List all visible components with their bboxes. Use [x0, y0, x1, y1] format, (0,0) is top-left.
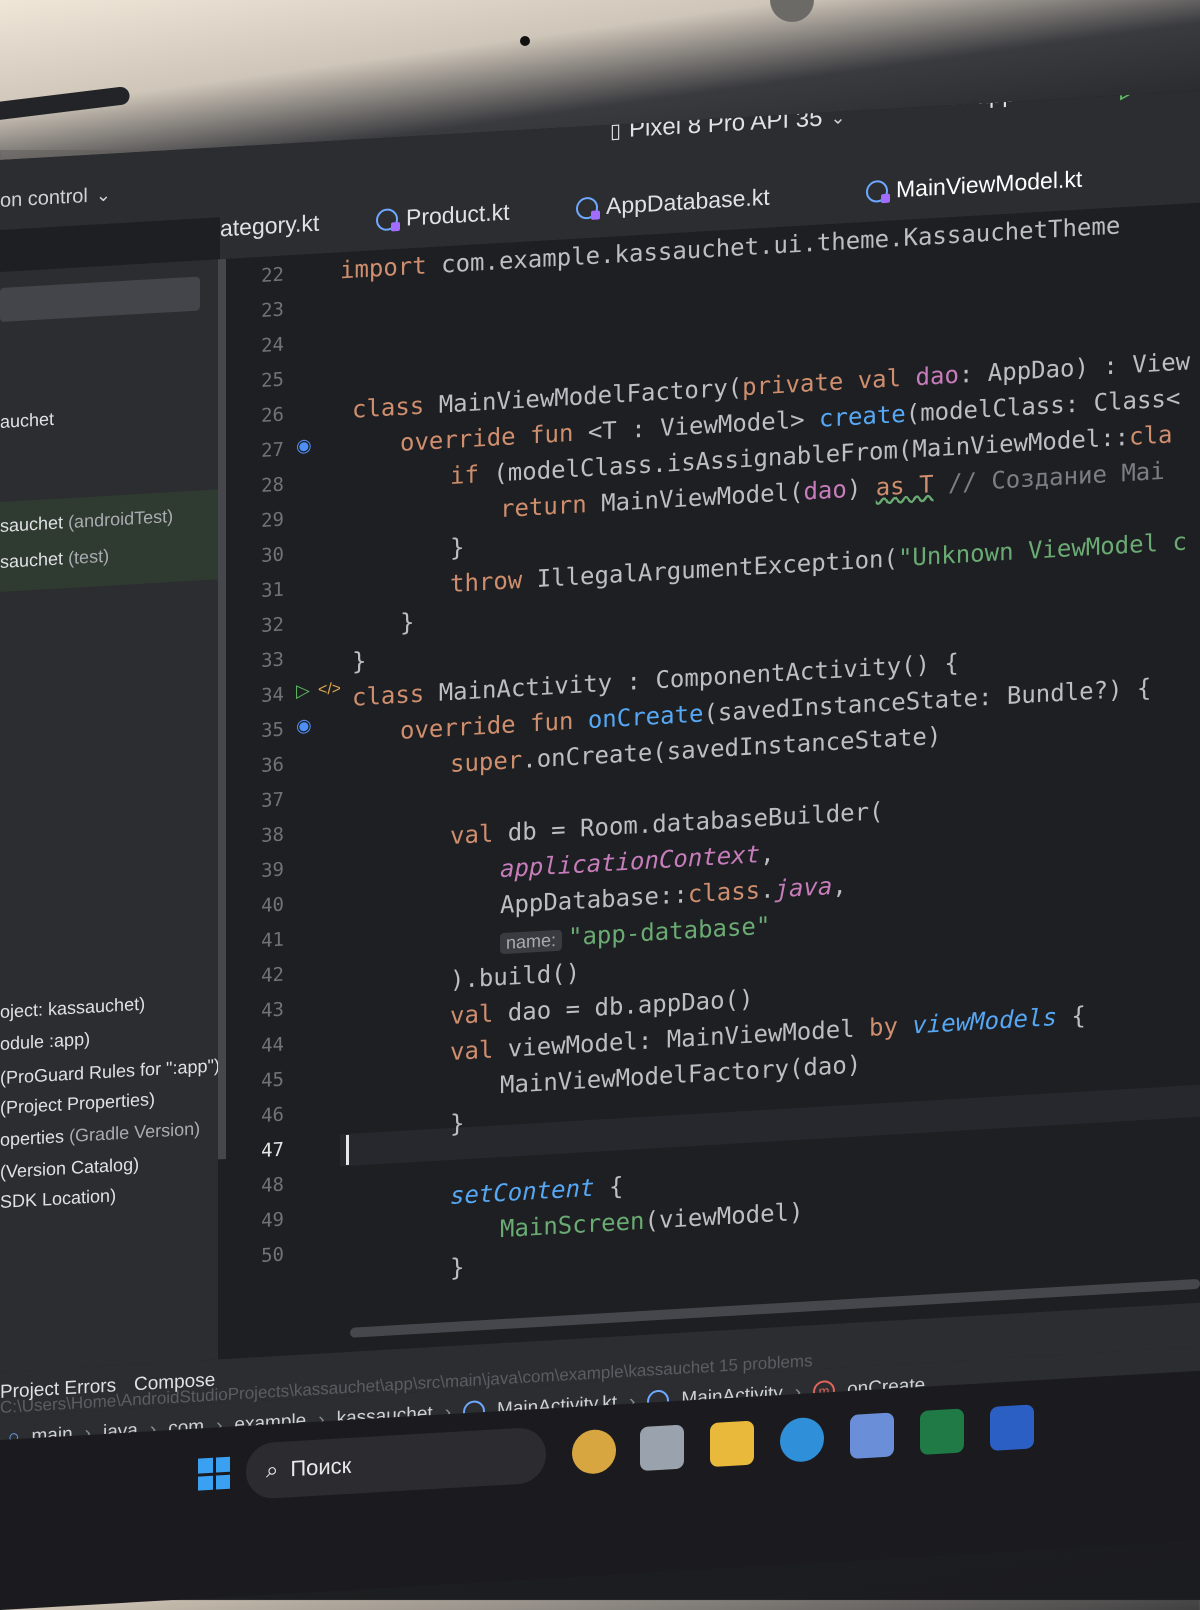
- tree-item[interactable]: auchet: [0, 409, 54, 433]
- ide-window: on control ⌄ ▯ Pixel 8 Pro API 35 ⌄ ⊼ ap…: [0, 90, 1200, 1490]
- line-number: 25: [261, 368, 284, 392]
- tab-label: ategory.kt: [220, 209, 320, 242]
- code-preview-icon[interactable]: </>: [318, 680, 341, 699]
- line-number: 43: [261, 998, 284, 1022]
- code-line-39: applicationContext,: [500, 839, 775, 884]
- line-number: 34: [261, 683, 284, 707]
- tab-label: MainViewModel.kt: [896, 165, 1083, 203]
- override-gutter-icon[interactable]: ◉: [296, 435, 312, 457]
- line-number-current: 47: [261, 1138, 284, 1162]
- tree-item[interactable]: SDK Location): [0, 1185, 116, 1213]
- line-number: 39: [261, 858, 284, 882]
- edge-browser-icon[interactable]: [780, 1416, 824, 1464]
- tab-label: Product.kt: [406, 198, 510, 231]
- line-number: 29: [261, 508, 284, 532]
- chevron-down-icon: ⌄: [95, 184, 111, 206]
- project-panel: auchet sauchet (androidTest) sauchet (te…: [0, 259, 220, 1373]
- line-number: 24: [261, 333, 284, 357]
- code-line-46: }: [450, 1109, 465, 1139]
- version-control-label: on control: [0, 184, 88, 212]
- code-line-32: }: [400, 608, 415, 637]
- search-label: Поиск: [290, 1452, 352, 1482]
- line-number: 35: [261, 718, 284, 742]
- tab-label: AppDatabase.kt: [606, 183, 770, 220]
- tree-item[interactable]: (Project Properties): [0, 1089, 155, 1119]
- tab-appdatabase[interactable]: AppDatabase.kt: [576, 184, 770, 222]
- tree-item[interactable]: odule :app): [0, 1029, 90, 1055]
- code-editor[interactable]: import com.example.kassauchet.ui.theme.K…: [340, 202, 1200, 1353]
- tree-item[interactable]: (ProGuard Rules for ":app"): [0, 1055, 220, 1089]
- line-number: 23: [261, 298, 284, 322]
- line-number: 36: [261, 753, 284, 777]
- code-line-41: name: "app-database": [500, 912, 770, 956]
- line-number: 44: [261, 1033, 284, 1057]
- file-explorer-icon[interactable]: [710, 1420, 754, 1468]
- widgets-icon[interactable]: [572, 1428, 616, 1476]
- store-icon[interactable]: [850, 1412, 894, 1459]
- line-number: 40: [261, 893, 284, 917]
- line-number: 41: [261, 928, 284, 952]
- webcam: [520, 36, 530, 46]
- taskbar-search[interactable]: ⌕ Поиск: [246, 1426, 546, 1500]
- line-number: 33: [261, 648, 284, 672]
- task-view-icon[interactable]: [640, 1424, 684, 1472]
- run-gutter-icon[interactable]: ▷: [296, 680, 310, 702]
- kotlin-class-icon: [576, 196, 598, 220]
- code-line-33: }: [352, 646, 367, 676]
- code-line-30: }: [450, 533, 465, 563]
- current-line-highlight: [340, 1084, 1200, 1167]
- tab-mainviewmodel[interactable]: MainViewModel.kt: [866, 166, 1082, 205]
- kotlin-class-icon: [866, 179, 888, 203]
- windows-start-icon[interactable]: [198, 1456, 230, 1491]
- line-number: 46: [261, 1103, 284, 1127]
- override-gutter-icon[interactable]: ◉: [296, 715, 312, 737]
- line-number: 32: [261, 613, 284, 637]
- excel-icon[interactable]: [920, 1408, 964, 1455]
- line-number: 22: [261, 263, 284, 287]
- bezel-shadow: [0, 85, 131, 123]
- tab-product[interactable]: Product.kt: [376, 199, 510, 234]
- code-line-48: setContent {: [450, 1172, 624, 1211]
- line-number: 45: [261, 1068, 284, 1092]
- word-icon[interactable]: [990, 1404, 1034, 1451]
- line-number: 31: [261, 578, 284, 602]
- kotlin-class-icon: [376, 207, 398, 231]
- tab-category[interactable]: ategory.kt: [220, 210, 319, 243]
- parameter-name-hint: name:: [500, 929, 563, 955]
- version-control-menu[interactable]: on control ⌄: [0, 184, 111, 213]
- line-number: 38: [261, 823, 284, 847]
- line-number: 30: [261, 543, 284, 567]
- line-number: 48: [261, 1173, 284, 1197]
- project-scrollbar[interactable]: [218, 258, 226, 1160]
- code-comment: // Создание Mai: [947, 456, 1165, 498]
- search-icon: ⌕: [266, 1456, 279, 1483]
- tree-item[interactable]: operties (Gradle Version): [0, 1118, 200, 1151]
- code-line-42: ).build(): [450, 958, 581, 995]
- webcam-housing: [770, 0, 814, 22]
- line-number: 37: [261, 788, 284, 812]
- line-number: 28: [261, 473, 284, 497]
- test-sources-highlight: [0, 489, 218, 592]
- tree-item[interactable]: (Version Catalog): [0, 1154, 139, 1183]
- code-line-38: val db = Room.databaseBuilder(: [450, 797, 884, 851]
- text-caret: [346, 1134, 349, 1166]
- line-number: 50: [261, 1243, 284, 1267]
- tree-item[interactable]: oject: kassauchet): [0, 994, 145, 1023]
- line-number: 26: [261, 403, 284, 427]
- line-number: 49: [261, 1208, 284, 1232]
- line-number: 42: [261, 963, 284, 987]
- selected-tree-row: [0, 276, 200, 322]
- line-number-gutter: 22 23 24 25 26 27 ◉ 28 29 30 31 32 33 34…: [228, 252, 341, 1359]
- line-number: 27: [261, 438, 284, 462]
- code-line-50: }: [450, 1253, 465, 1283]
- code-line-31: throw IllegalArgumentException("Unknown …: [450, 527, 1187, 599]
